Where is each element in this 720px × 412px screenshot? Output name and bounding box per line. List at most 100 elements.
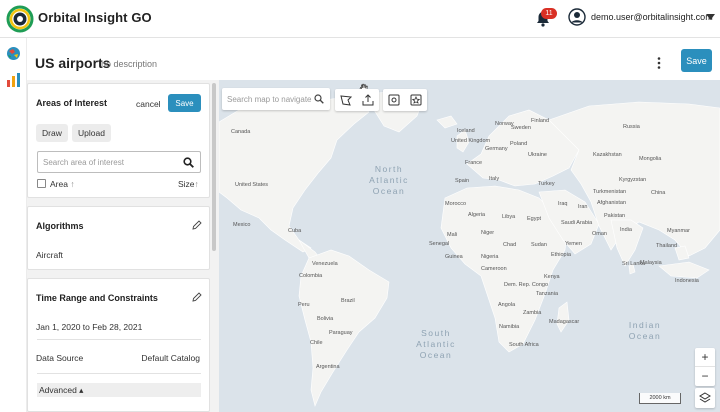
polygon-icon	[340, 95, 352, 106]
area-column-header[interactable]: Area ↑	[50, 179, 75, 189]
map-scale-bar: 2000 km	[639, 393, 681, 404]
select-all-checkbox[interactable]	[37, 179, 46, 188]
map-label: Pakistan	[604, 213, 626, 219]
orbital-insight-logo-icon[interactable]	[6, 5, 34, 33]
map-label: Canada	[231, 129, 251, 135]
map-label: Russia	[623, 124, 640, 130]
map-label: Thailand	[656, 243, 678, 249]
map-label: Nigeria	[481, 254, 499, 260]
image-catalog-icon	[388, 94, 400, 106]
map-label: Tanzania	[536, 291, 559, 297]
map-label: Sweden	[511, 125, 531, 131]
left-rail	[0, 38, 27, 412]
map-label: Madagascar	[549, 319, 580, 325]
time-range-title: Time Range and Constraints	[36, 293, 158, 303]
upload-button[interactable]: Upload	[72, 124, 111, 142]
algorithms-card: Algorithms Aircraft	[27, 206, 210, 270]
upload-icon	[362, 94, 374, 106]
data-source-label: Data Source	[36, 353, 84, 363]
aoi-cancel-link[interactable]: cancel	[136, 99, 161, 109]
map-label: Yemen	[565, 241, 582, 247]
map-label: Finland	[531, 118, 550, 124]
edit-time-range-pencil-icon[interactable]	[192, 292, 202, 302]
notification-count-badge: 11	[541, 8, 557, 19]
map-label: Kyrgyzstan	[619, 177, 647, 183]
more-options-icon[interactable]	[655, 55, 663, 71]
zoom-controls: + −	[695, 348, 715, 386]
draw-button[interactable]: Draw	[36, 124, 68, 142]
map-label: United States	[235, 182, 269, 188]
divider	[37, 339, 201, 340]
map-label: India	[620, 227, 632, 233]
map-label: Indonesia	[675, 278, 699, 284]
draw-tools-group	[335, 89, 379, 111]
star-badge-icon	[410, 94, 422, 106]
projects-globe-icon[interactable]	[5, 45, 22, 62]
map-label: Colombia	[299, 273, 323, 279]
project-description[interactable]: no description	[101, 59, 157, 69]
layers-button[interactable]	[695, 388, 715, 408]
time-range-dates: Jan 1, 2020 to Feb 28, 2021	[36, 322, 143, 332]
map-label: Paraguay	[329, 330, 353, 336]
edit-algorithms-pencil-icon[interactable]	[192, 220, 202, 230]
aoi-card: Areas of Interest cancel Save Draw Uploa…	[27, 83, 210, 198]
map-label: United Kingdom	[451, 138, 491, 144]
favorites-tool[interactable]	[405, 89, 427, 111]
aoi-search-input[interactable]	[43, 156, 178, 169]
analytics-chart-icon[interactable]	[5, 71, 22, 88]
map-label: Argentina	[316, 364, 340, 370]
map-label: Cuba	[288, 228, 302, 234]
user-avatar-icon[interactable]	[568, 8, 586, 26]
search-icon[interactable]	[314, 94, 324, 104]
map-label: Chile	[310, 340, 323, 346]
map-label: Mali	[447, 232, 458, 238]
data-source-value: Default Catalog	[141, 353, 200, 363]
zoom-out-button[interactable]: −	[695, 367, 715, 386]
upload-shape-tool[interactable]	[357, 89, 379, 111]
search-icon[interactable]	[183, 157, 194, 168]
map-label: Kenya	[544, 274, 560, 280]
layer-tools-group	[383, 89, 427, 111]
ocean-label-indian: Indian Ocean	[628, 320, 662, 341]
algorithms-title: Algorithms	[36, 221, 84, 231]
map-label: Cameroon	[481, 266, 507, 272]
zoom-in-button[interactable]: +	[695, 348, 715, 367]
size-column-header[interactable]: Size↑	[178, 179, 199, 189]
map-search-input[interactable]	[227, 93, 313, 105]
world-map[interactable]: Canada United States Mexico Cuba Venezue…	[219, 80, 720, 412]
top-bar: Orbital Insight GO 11 demo.user@orbitali…	[0, 0, 720, 38]
map-label: Morocco	[445, 201, 467, 207]
map-label: Oman	[592, 231, 607, 237]
map-label: Iraq	[558, 201, 568, 207]
map-label: Kazakhstan	[593, 152, 622, 158]
project-title[interactable]: US airports	[35, 55, 110, 71]
image-catalog-tool[interactable]	[383, 89, 405, 111]
map-label: France	[465, 160, 483, 166]
map-label: Spain	[455, 178, 470, 184]
map-label: China	[651, 190, 666, 196]
configuration-panel: Areas of Interest cancel Save Draw Uploa…	[27, 80, 219, 412]
save-project-button[interactable]: Save	[681, 49, 712, 72]
map-label: Guinea	[445, 254, 463, 260]
map-label: Mexico	[233, 222, 251, 228]
advanced-toggle[interactable]: Advanced ▴	[37, 383, 201, 397]
aoi-search-box	[37, 151, 201, 173]
ocean-label-north-atlantic: North Atlantic Ocean	[369, 164, 409, 196]
draw-polygon-tool[interactable]	[335, 89, 357, 111]
map-label: Niger	[481, 230, 495, 236]
panel-scrollbar[interactable]	[212, 83, 216, 251]
map-label: Iceland	[457, 128, 475, 134]
map-label: Germany	[485, 146, 508, 152]
map-label: Afghanistan	[597, 200, 627, 206]
map-label: Chad	[503, 242, 517, 248]
user-email[interactable]: demo.user@orbitalinsight.com	[591, 12, 713, 22]
map-label: Libya	[502, 214, 516, 220]
chevron-down-icon[interactable]	[706, 14, 715, 20]
map-search-box	[222, 88, 330, 110]
map-label: Italy	[489, 176, 500, 182]
map-label: Malaysia	[640, 260, 662, 266]
aoi-save-button[interactable]: Save	[168, 94, 201, 112]
brand-name[interactable]: Orbital Insight GO	[38, 10, 152, 25]
map-label: Turkey	[538, 181, 555, 187]
map-label: Namibia	[499, 324, 520, 330]
